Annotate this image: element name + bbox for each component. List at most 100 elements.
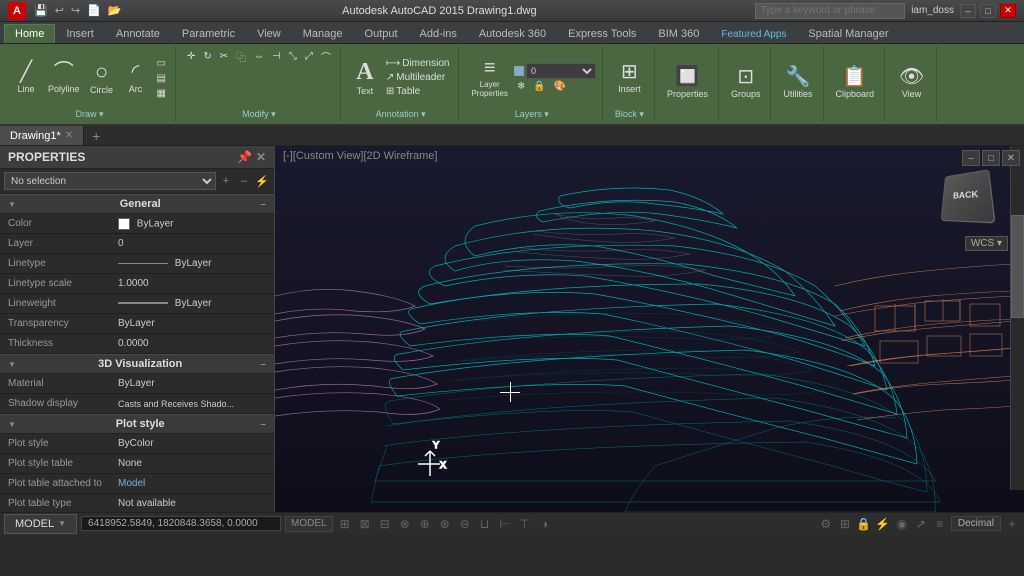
material-value[interactable]: ByLayer xyxy=(118,378,266,389)
close-button[interactable]: ✕ xyxy=(1000,4,1016,18)
new-tab-button[interactable]: + xyxy=(84,126,108,146)
search-input[interactable] xyxy=(755,3,905,19)
tab-annotate[interactable]: Annotate xyxy=(105,24,171,43)
stretch-button[interactable]: ⤢ xyxy=(302,50,316,63)
model-tab[interactable]: MODEL ▼ xyxy=(4,514,77,534)
quick-access-undo[interactable]: ↩ xyxy=(53,4,66,17)
general-section-header[interactable]: General – xyxy=(0,194,274,214)
scale-button[interactable]: ⤡ xyxy=(286,50,300,63)
viewport-scrollbar-vertical[interactable] xyxy=(1010,146,1024,490)
layer-properties-button[interactable]: ≡ LayerProperties xyxy=(467,56,511,100)
plot-attached-value[interactable]: Model xyxy=(118,478,266,489)
arc-button[interactable]: ◜ Arc xyxy=(120,60,152,96)
osnap-icon[interactable]: ⊕ xyxy=(417,516,433,532)
tab-view[interactable]: View xyxy=(246,24,292,43)
tab-output[interactable]: Output xyxy=(354,24,409,43)
dimension-btn[interactable]: ⟼ Dimension xyxy=(383,57,453,70)
viewport-minimize-btn[interactable]: – xyxy=(962,150,980,166)
grid-icon[interactable]: ⊞ xyxy=(337,516,353,532)
layer-lock-btn[interactable]: 🔒 xyxy=(530,80,548,93)
doc-tab-drawing1[interactable]: Drawing1* ✕ xyxy=(0,126,84,145)
table-btn[interactable]: ⊞ Table xyxy=(383,85,453,98)
clipboard-ribbon-button[interactable]: 📋 Clipboard xyxy=(832,65,879,101)
annotation-scale-icon[interactable]: ⚙ xyxy=(818,516,834,532)
groups-ribbon-button[interactable]: ⊡ Groups xyxy=(727,65,765,101)
insert-button[interactable]: ⊞ Insert xyxy=(613,60,645,96)
shadow-value[interactable]: Casts and Receives Shado... xyxy=(118,399,266,409)
customize-icon[interactable]: ≡ xyxy=(932,516,948,532)
linetype-value[interactable]: ByLayer xyxy=(118,258,266,269)
rotate-button[interactable]: ↻ xyxy=(200,50,214,63)
pick-add-icon[interactable]: + xyxy=(218,175,234,187)
plot-table-type-value[interactable]: Not available xyxy=(118,498,266,509)
tab-bim360[interactable]: BIM 360 xyxy=(647,24,710,43)
plot-style-value[interactable]: ByColor xyxy=(118,438,266,449)
dyn-icon[interactable]: ⊢ xyxy=(497,516,513,532)
draw-group-label[interactable]: Draw ▾ xyxy=(75,107,103,120)
ortho-icon[interactable]: ⊟ xyxy=(377,516,393,532)
quick-access-save[interactable]: 💾 xyxy=(32,4,50,17)
viewport[interactable]: [-][Custom View][2D Wireframe] – □ ✕ xyxy=(275,146,1024,512)
tab-spatialmanager[interactable]: Spatial Manager xyxy=(797,24,899,43)
circle-button[interactable]: ○ Circle xyxy=(86,59,118,97)
copy-button[interactable]: ⿻ xyxy=(233,48,249,65)
block-group-label[interactable]: Block ▾ xyxy=(615,107,644,120)
properties-pin-icon[interactable]: 📌 xyxy=(237,150,252,164)
rectangle-button[interactable]: ▭ xyxy=(154,57,169,70)
plot-style-table-value[interactable]: None xyxy=(118,458,266,469)
quick-access-new[interactable]: 📄 xyxy=(85,4,103,17)
tab-insert[interactable]: Insert xyxy=(55,24,105,43)
quick-select-icon[interactable]: ⚡ xyxy=(254,175,270,188)
polar-icon[interactable]: ⊗ xyxy=(397,516,413,532)
layers-group-label[interactable]: Layers ▾ xyxy=(515,107,549,120)
navcube[interactable]: BACK xyxy=(940,170,1000,230)
isolation-icon[interactable]: ◉ xyxy=(894,516,910,532)
wcs-button[interactable]: WCS ▾ xyxy=(965,236,1008,251)
color-value[interactable]: ByLayer xyxy=(118,218,266,230)
fillet-button[interactable]: ⌒ xyxy=(318,48,334,65)
viewport-close-btn[interactable]: ✕ xyxy=(1002,150,1020,166)
tab-expresstools[interactable]: Express Tools xyxy=(557,24,647,43)
maximize-button[interactable]: □ xyxy=(980,4,996,18)
utilities-ribbon-button[interactable]: 🔧 Utilities xyxy=(779,65,816,101)
lwt-icon[interactable]: ⊤ xyxy=(517,516,533,532)
thickness-value[interactable]: 0.0000 xyxy=(118,338,266,349)
tab-manage[interactable]: Manage xyxy=(292,24,354,43)
gradient-button[interactable]: ▦ xyxy=(154,87,169,100)
quick-access-open[interactable]: 📂 xyxy=(106,4,124,17)
layer-color-btn[interactable]: 🎨 xyxy=(551,80,569,93)
layer-freeze-btn[interactable]: ❄ xyxy=(514,80,528,93)
layer-select[interactable]: 0 xyxy=(526,63,596,79)
hatch-button[interactable]: ▤ xyxy=(154,72,169,85)
viewport-scroll-thumb[interactable] xyxy=(1011,215,1024,318)
apps-icon[interactable]: + xyxy=(1004,516,1020,532)
extend-button[interactable]: ⊣ xyxy=(269,50,284,63)
hardware-accel-icon[interactable]: ⚡ xyxy=(875,516,891,532)
tab-parametric[interactable]: Parametric xyxy=(171,24,246,43)
doc-tab-close[interactable]: ✕ xyxy=(65,130,73,141)
plot-section-header[interactable]: Plot style – xyxy=(0,414,274,434)
decimal-button[interactable]: Decimal xyxy=(951,516,1001,531)
pick-minus-icon[interactable]: – xyxy=(236,175,252,187)
linetype-scale-value[interactable]: 1.0000 xyxy=(118,278,266,289)
view-ribbon-button[interactable]: 👁 View xyxy=(895,65,928,101)
snap-icon[interactable]: ⊠ xyxy=(357,516,373,532)
polyline-button[interactable]: ⌒ Polyline xyxy=(44,60,84,96)
mirror-button[interactable]: ⇔ xyxy=(251,50,267,63)
layer-prop-value[interactable]: 0 xyxy=(118,238,266,249)
properties-close-icon[interactable]: ✕ xyxy=(256,150,266,164)
move-button[interactable]: ✛ xyxy=(184,50,198,63)
multileader-btn[interactable]: ↗ Multileader xyxy=(383,71,453,84)
transparency-value[interactable]: ByLayer xyxy=(118,318,266,329)
modify-group-label[interactable]: Modify ▾ xyxy=(242,107,276,120)
lineweight-value[interactable]: ByLayer xyxy=(118,298,266,309)
tp-icon[interactable]: ◑ xyxy=(537,516,553,532)
lock-ui-icon[interactable]: 🔒 xyxy=(856,516,872,532)
tab-home[interactable]: Home xyxy=(4,24,55,43)
otrack-icon[interactable]: ⊖ xyxy=(457,516,473,532)
clean-screen-icon[interactable]: ↗ xyxy=(913,516,929,532)
trim-button[interactable]: ✂ xyxy=(217,50,231,63)
minimize-button[interactable]: – xyxy=(960,4,976,18)
viz3d-section-header[interactable]: 3D Visualization – xyxy=(0,354,274,374)
tab-autodesk360[interactable]: Autodesk 360 xyxy=(468,24,557,43)
